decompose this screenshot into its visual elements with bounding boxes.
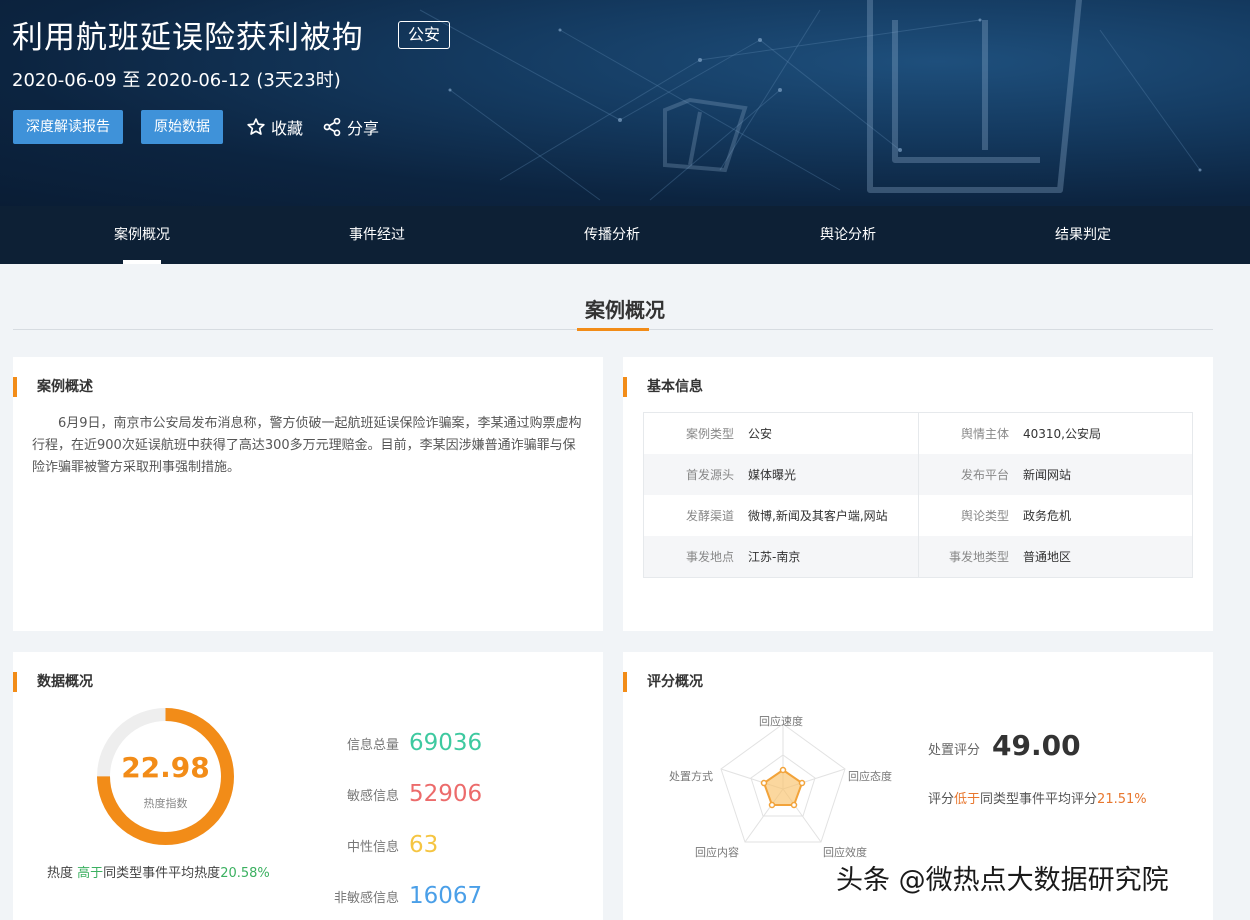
favorite-button[interactable]: 收藏 xyxy=(246,113,303,141)
info-key: 舆论类型 xyxy=(960,509,1009,523)
score-cmp-percent: 21.51% xyxy=(1097,792,1147,807)
info-key: 首发源头 xyxy=(685,468,734,482)
info-key: 事发地点 xyxy=(685,550,734,564)
card-heading: 数据概况 xyxy=(13,672,93,692)
radar-axis-label: 回应内容 xyxy=(695,846,739,859)
info-value: 公安 xyxy=(748,427,773,441)
report-button[interactable]: 深度解读报告 xyxy=(13,110,123,144)
tab-label: 案例概况 xyxy=(114,227,170,243)
info-key: 事发地类型 xyxy=(948,550,1009,564)
info-cell: 事发地类型 普通地区 xyxy=(918,536,1192,577)
score-label: 处置评分 xyxy=(928,743,981,758)
info-row: 事发地点 江苏-南京 事发地类型 普通地区 xyxy=(644,536,1192,577)
info-table: 案例类型 公安 舆情主体 40310,公安局 首发源头 媒体曝光 发布平台 新闻网站 发… xyxy=(643,412,1193,578)
stat-sensitive: 敏感信息 52906 xyxy=(303,777,563,811)
score-cmp-word: 低于 xyxy=(954,792,981,807)
info-value: 政务危机 xyxy=(1023,509,1072,523)
stat-label: 信息总量 xyxy=(346,737,399,753)
watermark: 头条 @微热点大数据研究院 xyxy=(836,865,1169,896)
info-value: 江苏-南京 xyxy=(748,550,801,564)
case-summary-card: 案例概述 6月9日，南京市公安局发布消息称，警方侦破一起航班延误保险诈骗案，李某… xyxy=(13,357,603,631)
score-cmp-text: 同类型事件平均评分 xyxy=(980,792,1098,807)
stat-value: 52906 xyxy=(409,781,483,807)
tab-overview[interactable]: 案例概况 xyxy=(82,206,202,264)
radar-axis-label: 回应态度 xyxy=(848,770,892,783)
section-nav: 案例概况 事件经过 传播分析 舆论分析 结果判定 xyxy=(0,206,1250,264)
summary-text: 6月9日，南京市公安局发布消息称，警方侦破一起航班延误保险诈骗案，李某通过购票虚… xyxy=(32,416,582,475)
info-cell: 发布平台 新闻网站 xyxy=(918,454,1192,495)
card-heading: 案例概述 xyxy=(13,377,93,397)
tab-propagation[interactable]: 传播分析 xyxy=(552,206,672,264)
info-key: 发酵渠道 xyxy=(685,509,734,523)
info-value: 40310,公安局 xyxy=(1023,427,1101,441)
score-value: 49.00 xyxy=(992,729,1081,762)
heat-compare-percent: 20.58% xyxy=(220,866,270,881)
info-row: 发酵渠道 微博,新闻及其客户端,网站 舆论类型 政务危机 xyxy=(644,495,1192,536)
tab-label: 舆论分析 xyxy=(820,227,876,243)
info-value: 普通地区 xyxy=(1023,550,1072,564)
info-value: 媒体曝光 xyxy=(748,468,797,482)
stat-total: 信息总量 69036 xyxy=(303,726,563,760)
info-row: 首发源头 媒体曝光 发布平台 新闻网站 xyxy=(644,454,1192,495)
info-cell: 舆情主体 40310,公安局 xyxy=(918,413,1192,454)
share-icon xyxy=(323,117,341,137)
header-banner: 利用航班延误险获利被拘 公安 2020-06-09 至 2020-06-12 (… xyxy=(0,0,1250,206)
info-key: 舆情主体 xyxy=(960,427,1009,441)
heat-compare-text: 同类型事件平均热度 xyxy=(103,866,221,881)
category-tag: 公安 xyxy=(398,21,451,49)
radar-axis-label: 处置方式 xyxy=(669,770,713,783)
info-cell: 发酵渠道 微博,新闻及其客户端,网站 xyxy=(644,495,918,536)
raw-data-button[interactable]: 原始数据 xyxy=(141,110,223,144)
stat-label: 中性信息 xyxy=(346,839,399,855)
heat-prefix: 热度 xyxy=(47,866,74,881)
stat-label: 非敏感信息 xyxy=(333,890,399,906)
date-range: 2020-06-09 至 2020-06-12 (3天23时) xyxy=(12,70,341,91)
data-overview-card: 数据概况 22.98 热度指数 热度 高于同类型事件平均热度20.58% 信息总… xyxy=(13,652,603,920)
stat-value: 69036 xyxy=(409,730,483,756)
tab-result[interactable]: 结果判定 xyxy=(1023,206,1143,264)
radar-axis-label: 回应速度 xyxy=(759,715,803,728)
case-title: 利用航班延误险获利被拘 xyxy=(12,20,364,56)
heat-index-value: 22.98 xyxy=(121,751,210,784)
share-button[interactable]: 分享 xyxy=(322,113,379,141)
info-cell: 舆论类型 政务危机 xyxy=(918,495,1192,536)
info-cell: 首发源头 媒体曝光 xyxy=(644,454,918,495)
info-key: 案例类型 xyxy=(685,427,734,441)
stat-non-sensitive: 非敏感信息 16067 xyxy=(303,879,563,913)
heat-comparison: 热度 高于同类型事件平均热度20.58% xyxy=(47,862,270,881)
active-tab-indicator xyxy=(123,260,161,264)
info-row: 案例类型 公安 舆情主体 40310,公安局 xyxy=(644,413,1192,454)
card-heading: 基本信息 xyxy=(623,377,703,397)
basic-info-card: 基本信息 案例类型 公安 舆情主体 40310,公安局 首发源头 媒体曝光 发布平台新… xyxy=(623,357,1213,631)
radar-score-area xyxy=(762,768,804,806)
tab-opinion[interactable]: 舆论分析 xyxy=(788,206,908,264)
card-heading: 评分概况 xyxy=(623,672,703,692)
favorite-label: 收藏 xyxy=(271,119,304,138)
info-cell: 案例类型 公安 xyxy=(644,413,918,454)
tab-timeline[interactable]: 事件经过 xyxy=(317,206,437,264)
section-title-underline xyxy=(577,328,649,331)
info-key: 发布平台 xyxy=(960,468,1009,482)
score-cmp-prefix: 评分 xyxy=(928,792,955,807)
info-value: 新闻网站 xyxy=(1023,468,1072,482)
star-icon xyxy=(247,118,265,135)
tab-label: 事件经过 xyxy=(349,227,405,243)
heat-index-label: 热度指数 xyxy=(143,797,188,810)
heat-compare-word: 高于 xyxy=(77,866,104,881)
share-label: 分享 xyxy=(347,119,380,138)
stat-label: 敏感信息 xyxy=(346,788,399,804)
info-cell: 事发地点 江苏-南京 xyxy=(644,536,918,577)
tab-label: 结果判定 xyxy=(1055,227,1111,243)
section-title: 案例概况 xyxy=(585,298,665,322)
stat-neutral: 中性信息 63 xyxy=(303,828,563,862)
info-value: 微博,新闻及其客户端,网站 xyxy=(748,509,888,523)
score-comparison: 评分低于同类型事件平均评分21.51% xyxy=(928,788,1147,807)
stat-value: 16067 xyxy=(409,883,483,909)
tab-label: 传播分析 xyxy=(584,227,640,243)
stat-value: 63 xyxy=(409,832,439,858)
